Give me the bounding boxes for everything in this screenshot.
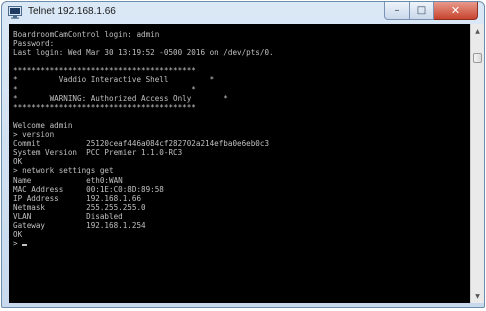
terminal-line: OK	[13, 230, 23, 240]
terminal-line: Netmask 255.255.255.0	[13, 202, 146, 212]
minimize-button[interactable]: –	[384, 2, 410, 20]
terminal-line: MAC Address 00:1E:C0:8D:89:58	[13, 184, 164, 194]
vertical-scrollbar[interactable]: ▲ ▼	[470, 24, 484, 303]
maximize-icon: □	[416, 5, 427, 16]
terminal-line: >	[13, 239, 23, 249]
telnet-app-icon	[8, 6, 22, 19]
terminal-line: > network settings get	[13, 166, 114, 176]
title-bar[interactable]: Telnet 192.168.1.66 – □ ✕	[2, 2, 484, 24]
terminal-text: BoardroomCamControl login: admin Passwor…	[9, 24, 470, 248]
terminal-line: * Vaddio Interactive Shell *	[13, 75, 215, 85]
terminal-line: VLAN Disabled	[13, 211, 123, 221]
close-button[interactable]: ✕	[434, 2, 478, 20]
scroll-up-icon[interactable]: ▲	[471, 24, 484, 38]
terminal-line: Name eth0:WAN	[13, 175, 123, 185]
scroll-down-icon[interactable]: ▼	[471, 289, 484, 303]
terminal-line: ****************************************	[13, 102, 196, 112]
terminal-line: Commit 25120ceaf446a084cf282702a214efba0…	[13, 139, 270, 149]
terminal-line: Password:	[13, 39, 55, 49]
terminal-line: > version	[13, 130, 55, 140]
terminal-line: OK	[13, 157, 23, 167]
terminal-line: IP Address 192.168.1.66	[13, 193, 142, 203]
close-icon: ✕	[450, 4, 461, 17]
terminal-line: BoardroomCamControl login: admin	[13, 30, 160, 39]
terminal-line: Welcome admin	[13, 120, 73, 130]
scrollbar-thumb[interactable]	[473, 53, 482, 63]
terminal-line: * *	[13, 84, 196, 94]
window-controls: – □ ✕	[384, 2, 478, 20]
terminal-line: ****************************************	[13, 66, 196, 76]
terminal-line: Last login: Wed Mar 30 13:19:52 -0500 20…	[13, 48, 274, 58]
maximize-button[interactable]: □	[410, 2, 434, 20]
text-cursor	[22, 244, 28, 247]
minimize-icon: –	[394, 5, 400, 16]
terminal-line: * WARNING: Authorized Access Only *	[13, 93, 228, 103]
telnet-window: Telnet 192.168.1.66 – □ ✕ BoardroomCamCo…	[1, 1, 485, 308]
terminal-line: Gateway 192.168.1.254	[13, 220, 146, 230]
window-title: Telnet 192.168.1.66	[28, 6, 116, 17]
terminal-output[interactable]: BoardroomCamControl login: admin Passwor…	[9, 24, 470, 303]
terminal-line: System Version PCC Premier 1.1.0-RC3	[13, 148, 183, 158]
